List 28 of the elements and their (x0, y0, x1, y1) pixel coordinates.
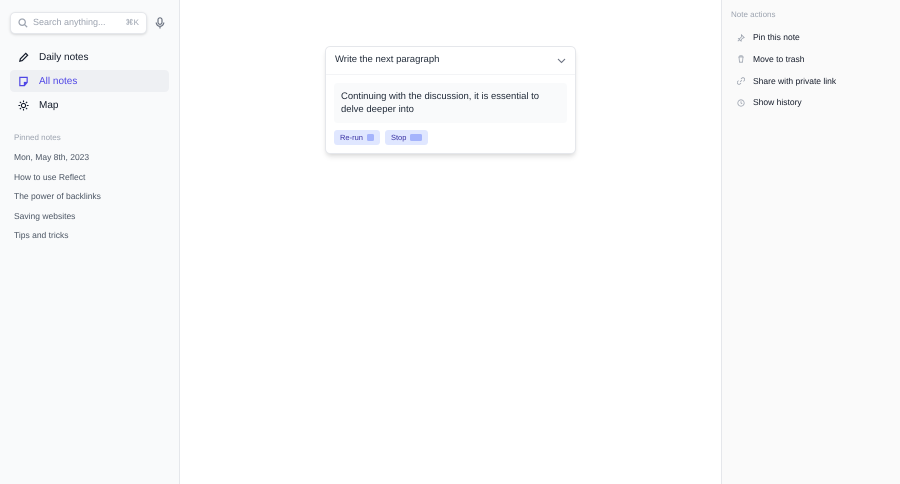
chevron-down-icon[interactable] (557, 58, 566, 64)
note-action[interactable]: Move to trash (731, 48, 891, 70)
pinned-note-link[interactable]: Tips and tricks (10, 226, 72, 246)
section-title: Pinned notes (13, 132, 62, 144)
generated-text: Continuing with the discussion, it is essential to delve deeper into (334, 83, 567, 123)
trash-icon (737, 55, 745, 64)
nav-item[interactable]: Daily notes (10, 46, 169, 68)
search-icon (18, 18, 28, 28)
pinned-note-link[interactable]: Saving websites (10, 206, 80, 226)
nav-item[interactable]: All notes (10, 70, 169, 92)
microphone-icon[interactable] (155, 17, 165, 29)
pinned-note-link[interactable]: Mon, May 8th, 2023 (10, 148, 94, 168)
prompt-title: Write the next paragraph (335, 53, 440, 68)
search-input[interactable]: Search anything... (33, 16, 121, 30)
note-icon (18, 76, 29, 86)
pin-icon (737, 34, 745, 42)
shortcut-hint: ⌘K (126, 17, 139, 29)
note-action[interactable]: Share with private link (731, 70, 891, 92)
note-action[interactable]: Show history (731, 92, 891, 114)
note-action[interactable]: Pin this note (731, 27, 891, 49)
pinned-note-link[interactable]: How to use Reflect (10, 168, 90, 188)
clock-icon (737, 98, 745, 107)
pinned-note-link[interactable]: The power of backlinks (10, 187, 105, 207)
pencil-icon (18, 52, 29, 62)
sun-icon (18, 100, 29, 110)
section-title: Note actions (731, 9, 776, 21)
nav-item[interactable]: Map (10, 94, 169, 116)
link-icon (737, 76, 745, 85)
